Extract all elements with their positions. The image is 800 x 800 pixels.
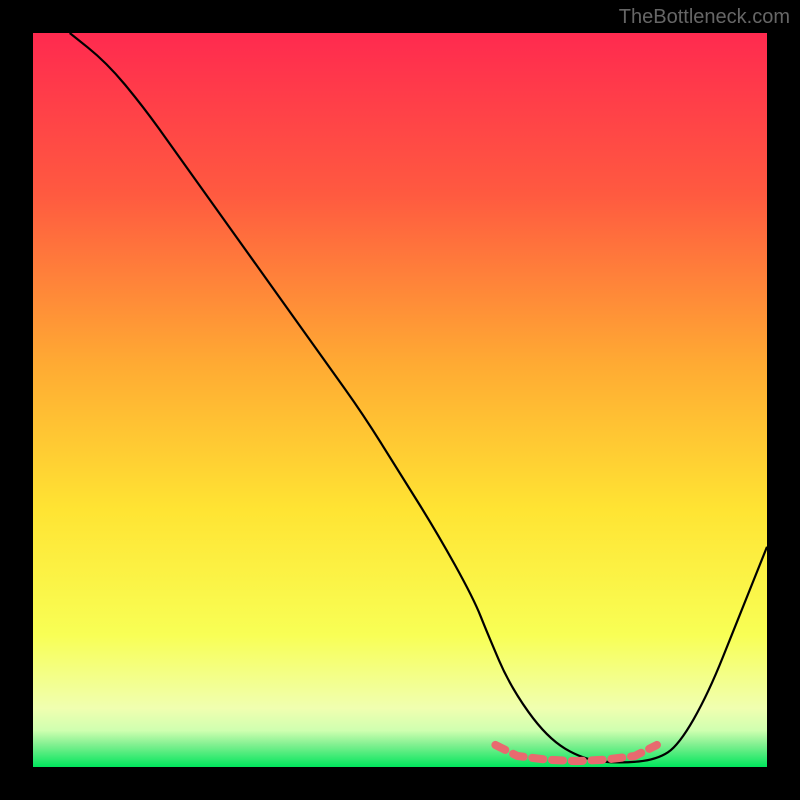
chart-plot-area [33,33,767,767]
watermark-text: TheBottleneck.com [619,6,790,29]
bottleneck-curve-path [70,33,767,762]
highlight-region-path [495,745,656,761]
chart-curves [33,33,767,767]
